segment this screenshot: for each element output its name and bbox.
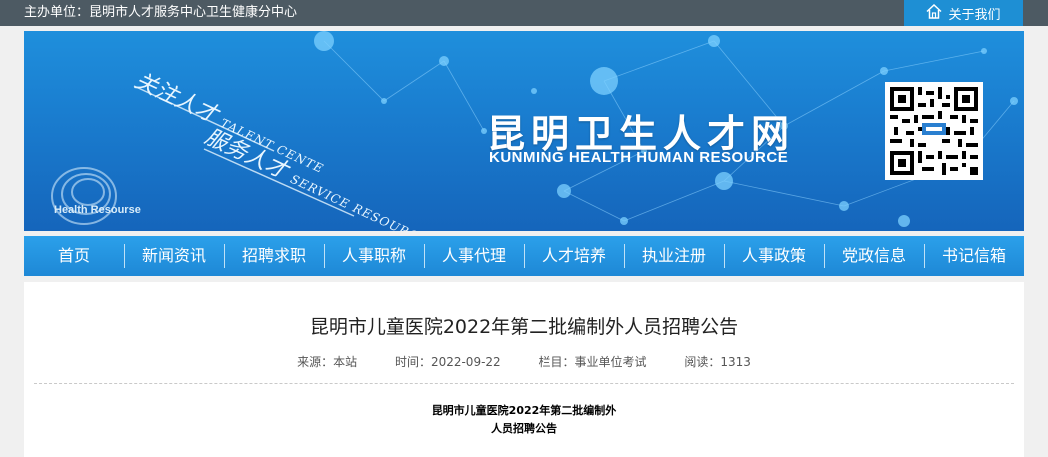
- article-body-heading: 昆明市儿童医院2022年第二批编制外 人员招聘公告: [24, 402, 1024, 438]
- site-subtitle: KUNMING HEALTH HUMAN RESOURCE: [489, 149, 789, 166]
- nav-item-secretary-mailbox[interactable]: 书记信箱: [924, 236, 1024, 276]
- qr-code-icon: [885, 82, 983, 180]
- nav-item-talent-training[interactable]: 人才培养: [524, 236, 624, 276]
- home-icon: [926, 3, 948, 23]
- nav-item-party-info[interactable]: 党政信息: [824, 236, 924, 276]
- site-banner: 关注人才 TALENT CENTE 服务人才 SERVICE RESOURCES…: [24, 31, 1024, 231]
- about-us-button[interactable]: 关于我们: [904, 0, 1023, 26]
- divider: [34, 383, 1014, 384]
- body-heading-line-1: 昆明市儿童医院2022年第二批编制外: [431, 404, 617, 417]
- article-source: 来源：本站: [297, 355, 358, 369]
- article-time: 时间：2022-09-22: [394, 355, 501, 369]
- nav-item-news[interactable]: 新闻资讯: [124, 236, 224, 276]
- article-column[interactable]: 栏目：事业单位考试: [539, 355, 647, 369]
- nav-item-personnel-titles[interactable]: 人事职称: [324, 236, 424, 276]
- health-resource-logo: Health Resourse: [54, 204, 141, 216]
- nav-item-recruitment[interactable]: 招聘求职: [224, 236, 324, 276]
- nav-item-practice-registration[interactable]: 执业注册: [624, 236, 724, 276]
- about-us-label: 关于我们: [948, 7, 1001, 23]
- nav-item-home[interactable]: 首页: [24, 236, 124, 276]
- top-bar: 主办单位：昆明市人才服务中心卫生健康分中心 关于我们: [0, 0, 1048, 26]
- host-organization: 主办单位：昆明市人才服务中心卫生健康分中心: [24, 5, 298, 20]
- article-panel: 昆明市儿童医院2022年第二批编制外人员招聘公告 来源：本站 时间：2022-0…: [24, 282, 1024, 457]
- nav-item-personnel-policy[interactable]: 人事政策: [724, 236, 824, 276]
- article-title: 昆明市儿童医院2022年第二批编制外人员招聘公告: [309, 316, 739, 338]
- article-meta: 来源：本站 时间：2022-09-22 栏目：事业单位考试 阅读：1313: [24, 353, 1024, 370]
- main-nav: 首页 新闻资讯 招聘求职 人事职称 人事代理 人才培养 执业注册 人事政策 党政…: [24, 236, 1024, 276]
- article-read-count: 阅读：1313: [684, 355, 751, 369]
- nav-item-personnel-agency[interactable]: 人事代理: [424, 236, 524, 276]
- body-heading-line-2: 人员招聘公告: [491, 422, 557, 435]
